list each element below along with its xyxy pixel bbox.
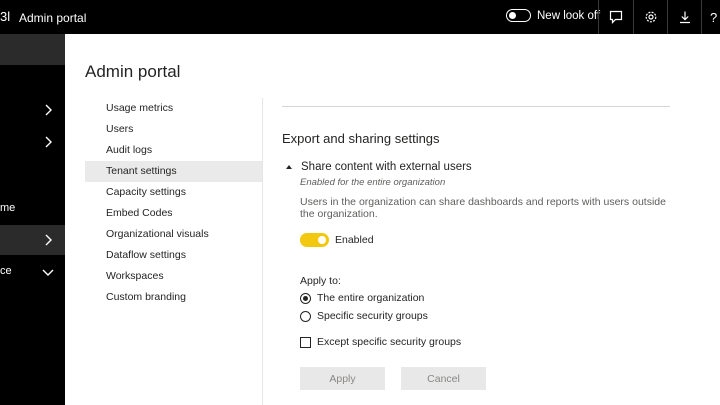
checkbox-label: Except specific security groups (317, 336, 462, 348)
menu-item-custom-branding[interactable]: Custom branding (85, 287, 262, 308)
apply-to-label: Apply to: (300, 275, 341, 287)
menu-item-audit-logs[interactable]: Audit logs (85, 140, 262, 161)
nav-item-2[interactable] (0, 127, 65, 157)
checkbox-except-security-groups[interactable]: Except specific security groups (300, 336, 461, 348)
help-icon[interactable]: ? (702, 0, 720, 34)
caret-up-icon[interactable] (286, 165, 292, 169)
new-look-toggle[interactable]: New look off (506, 9, 600, 22)
nav-item-workspace[interactable]: ce (0, 257, 65, 287)
radio-button[interactable] (300, 292, 311, 304)
menu-item-dataflow-settings[interactable]: Dataflow settings (85, 245, 262, 266)
chevron-down-icon (42, 269, 54, 276)
nav-item-label: me (0, 202, 16, 214)
brand-logo[interactable]: 3l (0, 9, 10, 24)
chat-icon[interactable] (599, 0, 633, 34)
chevron-right-icon (45, 104, 52, 116)
new-look-label: New look off (537, 9, 601, 22)
nav-item-4[interactable] (0, 225, 65, 255)
radio-button[interactable] (300, 310, 311, 322)
setting-expander[interactable]: Share content with external users (286, 161, 472, 173)
enabled-toggle[interactable]: Enabled (300, 233, 374, 247)
chevron-right-icon (45, 234, 52, 246)
menu-item-capacity-settings[interactable]: Capacity settings (85, 182, 262, 203)
radio-entire-organization[interactable]: The entire organization (300, 292, 424, 304)
checkbox[interactable] (300, 336, 311, 348)
menu-item-workspaces[interactable]: Workspaces (85, 266, 262, 287)
cancel-button[interactable]: Cancel (401, 367, 486, 390)
nav-item-home[interactable]: me (0, 194, 65, 224)
setting-name: Share content with external users (301, 161, 472, 173)
download-icon[interactable] (668, 0, 702, 34)
enabled-switch[interactable] (300, 233, 329, 247)
radio-specific-security-groups[interactable]: Specific security groups (300, 310, 428, 322)
menu-item-tenant-settings[interactable]: Tenant settings (85, 161, 262, 182)
section-title: Export and sharing settings (282, 131, 440, 146)
menu-item-users[interactable]: Users (85, 119, 262, 140)
nav-header-band (0, 34, 65, 65)
section-rule (282, 106, 670, 107)
enabled-label: Enabled (335, 234, 374, 246)
new-look-switch[interactable] (506, 9, 531, 22)
radio-label: Specific security groups (317, 310, 428, 322)
nav-item-label: ce (0, 265, 12, 277)
menu-item-organizational-visuals[interactable]: Organizational visuals (85, 224, 262, 245)
gear-icon[interactable] (634, 0, 668, 34)
apply-button[interactable]: Apply (300, 367, 385, 390)
app-title: Admin portal (19, 11, 87, 25)
admin-menu: Usage metrics Users Audit logs Tenant se… (85, 98, 262, 308)
menu-divider (262, 98, 263, 405)
menu-item-embed-codes[interactable]: Embed Codes (85, 203, 262, 224)
setting-description: Users in the organization can share dash… (300, 196, 666, 220)
page-title: Admin portal (85, 62, 181, 81)
setting-status: Enabled for the entire organization (300, 177, 446, 188)
nav-item-1[interactable] (0, 95, 65, 125)
chevron-right-icon (45, 136, 52, 148)
left-nav: me ce (0, 34, 65, 405)
menu-item-usage-metrics[interactable]: Usage metrics (85, 98, 262, 119)
radio-label: The entire organization (317, 292, 425, 304)
top-bar: 3l Admin portal New look off ? (0, 0, 720, 34)
